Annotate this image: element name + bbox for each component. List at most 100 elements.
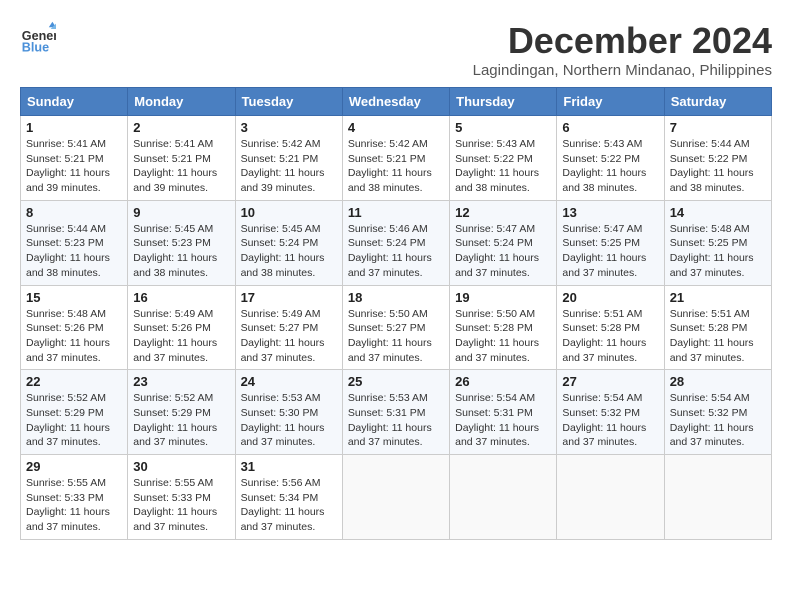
table-row: 26 Sunrise: 5:54 AMSunset: 5:31 PMDaylig…: [450, 370, 557, 455]
table-row: 16 Sunrise: 5:49 AMSunset: 5:26 PMDaylig…: [128, 285, 235, 370]
day-info: Sunrise: 5:49 AMSunset: 5:26 PMDaylight:…: [133, 307, 229, 366]
table-row: [664, 455, 771, 540]
day-info: Sunrise: 5:42 AMSunset: 5:21 PMDaylight:…: [348, 137, 444, 196]
day-info: Sunrise: 5:51 AMSunset: 5:28 PMDaylight:…: [670, 307, 766, 366]
day-number: 15: [26, 290, 122, 305]
day-info: Sunrise: 5:44 AMSunset: 5:22 PMDaylight:…: [670, 137, 766, 196]
day-info: Sunrise: 5:56 AMSunset: 5:34 PMDaylight:…: [241, 476, 337, 535]
month-title: December 2024: [473, 20, 772, 62]
day-number: 17: [241, 290, 337, 305]
header-row: Sunday Monday Tuesday Wednesday Thursday…: [21, 88, 772, 116]
day-number: 28: [670, 374, 766, 389]
col-sunday: Sunday: [21, 88, 128, 116]
day-info: Sunrise: 5:44 AMSunset: 5:23 PMDaylight:…: [26, 222, 122, 281]
day-number: 7: [670, 120, 766, 135]
day-number: 27: [562, 374, 658, 389]
day-number: 18: [348, 290, 444, 305]
day-info: Sunrise: 5:49 AMSunset: 5:27 PMDaylight:…: [241, 307, 337, 366]
day-info: Sunrise: 5:50 AMSunset: 5:27 PMDaylight:…: [348, 307, 444, 366]
table-row: 18 Sunrise: 5:50 AMSunset: 5:27 PMDaylig…: [342, 285, 449, 370]
table-row: 12 Sunrise: 5:47 AMSunset: 5:24 PMDaylig…: [450, 200, 557, 285]
day-number: 24: [241, 374, 337, 389]
table-row: 29 Sunrise: 5:55 AMSunset: 5:33 PMDaylig…: [21, 455, 128, 540]
day-info: Sunrise: 5:42 AMSunset: 5:21 PMDaylight:…: [241, 137, 337, 196]
day-info: Sunrise: 5:53 AMSunset: 5:30 PMDaylight:…: [241, 391, 337, 450]
day-number: 23: [133, 374, 229, 389]
day-number: 10: [241, 205, 337, 220]
table-row: 31 Sunrise: 5:56 AMSunset: 5:34 PMDaylig…: [235, 455, 342, 540]
table-row: 10 Sunrise: 5:45 AMSunset: 5:24 PMDaylig…: [235, 200, 342, 285]
table-row: 30 Sunrise: 5:55 AMSunset: 5:33 PMDaylig…: [128, 455, 235, 540]
day-info: Sunrise: 5:52 AMSunset: 5:29 PMDaylight:…: [133, 391, 229, 450]
table-row: 28 Sunrise: 5:54 AMSunset: 5:32 PMDaylig…: [664, 370, 771, 455]
col-monday: Monday: [128, 88, 235, 116]
table-row: [557, 455, 664, 540]
day-info: Sunrise: 5:54 AMSunset: 5:31 PMDaylight:…: [455, 391, 551, 450]
table-row: 5 Sunrise: 5:43 AMSunset: 5:22 PMDayligh…: [450, 116, 557, 201]
day-number: 22: [26, 374, 122, 389]
table-row: 21 Sunrise: 5:51 AMSunset: 5:28 PMDaylig…: [664, 285, 771, 370]
col-wednesday: Wednesday: [342, 88, 449, 116]
title-block: December 2024 Lagindingan, Northern Mind…: [473, 20, 772, 79]
col-thursday: Thursday: [450, 88, 557, 116]
day-info: Sunrise: 5:45 AMSunset: 5:23 PMDaylight:…: [133, 222, 229, 281]
table-row: 22 Sunrise: 5:52 AMSunset: 5:29 PMDaylig…: [21, 370, 128, 455]
day-info: Sunrise: 5:52 AMSunset: 5:29 PMDaylight:…: [26, 391, 122, 450]
col-saturday: Saturday: [664, 88, 771, 116]
logo: General Blue: [20, 20, 56, 56]
table-row: 24 Sunrise: 5:53 AMSunset: 5:30 PMDaylig…: [235, 370, 342, 455]
day-info: Sunrise: 5:48 AMSunset: 5:25 PMDaylight:…: [670, 222, 766, 281]
day-info: Sunrise: 5:48 AMSunset: 5:26 PMDaylight:…: [26, 307, 122, 366]
table-row: 4 Sunrise: 5:42 AMSunset: 5:21 PMDayligh…: [342, 116, 449, 201]
table-row: 20 Sunrise: 5:51 AMSunset: 5:28 PMDaylig…: [557, 285, 664, 370]
day-number: 25: [348, 374, 444, 389]
day-info: Sunrise: 5:43 AMSunset: 5:22 PMDaylight:…: [562, 137, 658, 196]
day-number: 19: [455, 290, 551, 305]
svg-text:Blue: Blue: [22, 41, 49, 55]
day-info: Sunrise: 5:41 AMSunset: 5:21 PMDaylight:…: [133, 137, 229, 196]
day-number: 20: [562, 290, 658, 305]
calendar-week-4: 22 Sunrise: 5:52 AMSunset: 5:29 PMDaylig…: [21, 370, 772, 455]
day-number: 2: [133, 120, 229, 135]
table-row: 15 Sunrise: 5:48 AMSunset: 5:26 PMDaylig…: [21, 285, 128, 370]
day-number: 13: [562, 205, 658, 220]
table-row: 6 Sunrise: 5:43 AMSunset: 5:22 PMDayligh…: [557, 116, 664, 201]
day-number: 14: [670, 205, 766, 220]
table-row: 14 Sunrise: 5:48 AMSunset: 5:25 PMDaylig…: [664, 200, 771, 285]
day-info: Sunrise: 5:51 AMSunset: 5:28 PMDaylight:…: [562, 307, 658, 366]
table-row: 23 Sunrise: 5:52 AMSunset: 5:29 PMDaylig…: [128, 370, 235, 455]
logo-icon: General Blue: [20, 20, 56, 56]
day-number: 26: [455, 374, 551, 389]
page-header: General Blue December 2024 Lagindingan, …: [20, 20, 772, 79]
day-info: Sunrise: 5:54 AMSunset: 5:32 PMDaylight:…: [562, 391, 658, 450]
table-row: 27 Sunrise: 5:54 AMSunset: 5:32 PMDaylig…: [557, 370, 664, 455]
day-number: 3: [241, 120, 337, 135]
day-number: 4: [348, 120, 444, 135]
day-number: 6: [562, 120, 658, 135]
calendar-week-5: 29 Sunrise: 5:55 AMSunset: 5:33 PMDaylig…: [21, 455, 772, 540]
day-info: Sunrise: 5:46 AMSunset: 5:24 PMDaylight:…: [348, 222, 444, 281]
table-row: 2 Sunrise: 5:41 AMSunset: 5:21 PMDayligh…: [128, 116, 235, 201]
day-info: Sunrise: 5:53 AMSunset: 5:31 PMDaylight:…: [348, 391, 444, 450]
day-info: Sunrise: 5:47 AMSunset: 5:24 PMDaylight:…: [455, 222, 551, 281]
table-row: 25 Sunrise: 5:53 AMSunset: 5:31 PMDaylig…: [342, 370, 449, 455]
day-info: Sunrise: 5:43 AMSunset: 5:22 PMDaylight:…: [455, 137, 551, 196]
day-number: 11: [348, 205, 444, 220]
day-number: 16: [133, 290, 229, 305]
calendar-week-1: 1 Sunrise: 5:41 AMSunset: 5:21 PMDayligh…: [21, 116, 772, 201]
table-row: 19 Sunrise: 5:50 AMSunset: 5:28 PMDaylig…: [450, 285, 557, 370]
day-info: Sunrise: 5:55 AMSunset: 5:33 PMDaylight:…: [133, 476, 229, 535]
table-row: [450, 455, 557, 540]
table-row: 1 Sunrise: 5:41 AMSunset: 5:21 PMDayligh…: [21, 116, 128, 201]
table-row: 3 Sunrise: 5:42 AMSunset: 5:21 PMDayligh…: [235, 116, 342, 201]
day-info: Sunrise: 5:55 AMSunset: 5:33 PMDaylight:…: [26, 476, 122, 535]
location: Lagindingan, Northern Mindanao, Philippi…: [473, 62, 772, 79]
day-info: Sunrise: 5:50 AMSunset: 5:28 PMDaylight:…: [455, 307, 551, 366]
day-info: Sunrise: 5:54 AMSunset: 5:32 PMDaylight:…: [670, 391, 766, 450]
table-row: 9 Sunrise: 5:45 AMSunset: 5:23 PMDayligh…: [128, 200, 235, 285]
table-row: 13 Sunrise: 5:47 AMSunset: 5:25 PMDaylig…: [557, 200, 664, 285]
day-number: 5: [455, 120, 551, 135]
day-number: 29: [26, 459, 122, 474]
day-number: 12: [455, 205, 551, 220]
day-number: 21: [670, 290, 766, 305]
